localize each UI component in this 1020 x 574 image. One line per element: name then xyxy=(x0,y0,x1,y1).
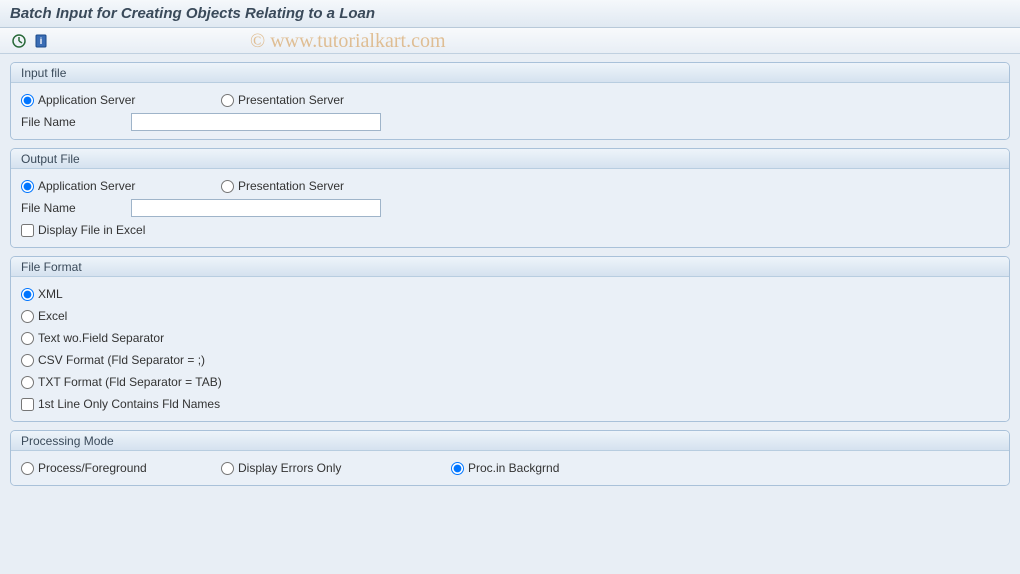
toolbar: i xyxy=(0,28,1020,54)
output-file-group: Output File Application Server Presentat… xyxy=(10,148,1010,248)
output-app-server-radio[interactable] xyxy=(21,180,34,193)
format-excel-radio[interactable] xyxy=(21,310,34,323)
output-app-server-label: Application Server xyxy=(38,179,135,193)
input-filename-label: File Name xyxy=(21,115,131,129)
proc-background-label: Proc.in Backgrnd xyxy=(468,461,559,475)
proc-errors-radio[interactable] xyxy=(221,462,234,475)
input-filename-field[interactable] xyxy=(131,113,381,131)
file-format-header: File Format xyxy=(11,257,1009,277)
format-xml-radio[interactable] xyxy=(21,288,34,301)
output-pres-server-label: Presentation Server xyxy=(238,179,344,193)
content-area: Input file Application Server Presentati… xyxy=(0,54,1020,502)
format-xml-label: XML xyxy=(38,287,63,301)
proc-background-radio[interactable] xyxy=(451,462,464,475)
format-excel-label: Excel xyxy=(38,309,67,323)
first-line-label: 1st Line Only Contains Fld Names xyxy=(38,397,220,411)
file-format-group: File Format XML Excel Text wo.Field Sepa… xyxy=(10,256,1010,422)
format-csv-label: CSV Format (Fld Separator = ;) xyxy=(38,353,205,367)
input-pres-server-label: Presentation Server xyxy=(238,93,344,107)
proc-foreground-radio[interactable] xyxy=(21,462,34,475)
info-icon[interactable]: i xyxy=(32,32,50,50)
svg-text:i: i xyxy=(40,36,43,46)
title-bar: Batch Input for Creating Objects Relatin… xyxy=(0,0,1020,28)
format-text-label: Text wo.Field Separator xyxy=(38,331,164,345)
output-filename-field[interactable] xyxy=(131,199,381,217)
format-csv-radio[interactable] xyxy=(21,354,34,367)
format-txt-label: TXT Format (Fld Separator = TAB) xyxy=(38,375,222,389)
output-file-header: Output File xyxy=(11,149,1009,169)
input-app-server-label: Application Server xyxy=(38,93,135,107)
execute-icon[interactable] xyxy=(10,32,28,50)
processing-mode-group: Processing Mode Process/Foreground Displ… xyxy=(10,430,1010,486)
proc-foreground-label: Process/Foreground xyxy=(38,461,147,475)
processing-mode-header: Processing Mode xyxy=(11,431,1009,451)
display-excel-label: Display File in Excel xyxy=(38,223,145,237)
input-file-header: Input file xyxy=(11,63,1009,83)
display-excel-checkbox[interactable] xyxy=(21,224,34,237)
input-app-server-radio[interactable] xyxy=(21,94,34,107)
output-filename-label: File Name xyxy=(21,201,131,215)
first-line-checkbox[interactable] xyxy=(21,398,34,411)
format-txt-radio[interactable] xyxy=(21,376,34,389)
input-file-group: Input file Application Server Presentati… xyxy=(10,62,1010,140)
input-pres-server-radio[interactable] xyxy=(221,94,234,107)
page-title: Batch Input for Creating Objects Relatin… xyxy=(10,5,375,22)
proc-errors-label: Display Errors Only xyxy=(238,461,341,475)
format-text-radio[interactable] xyxy=(21,332,34,345)
output-pres-server-radio[interactable] xyxy=(221,180,234,193)
